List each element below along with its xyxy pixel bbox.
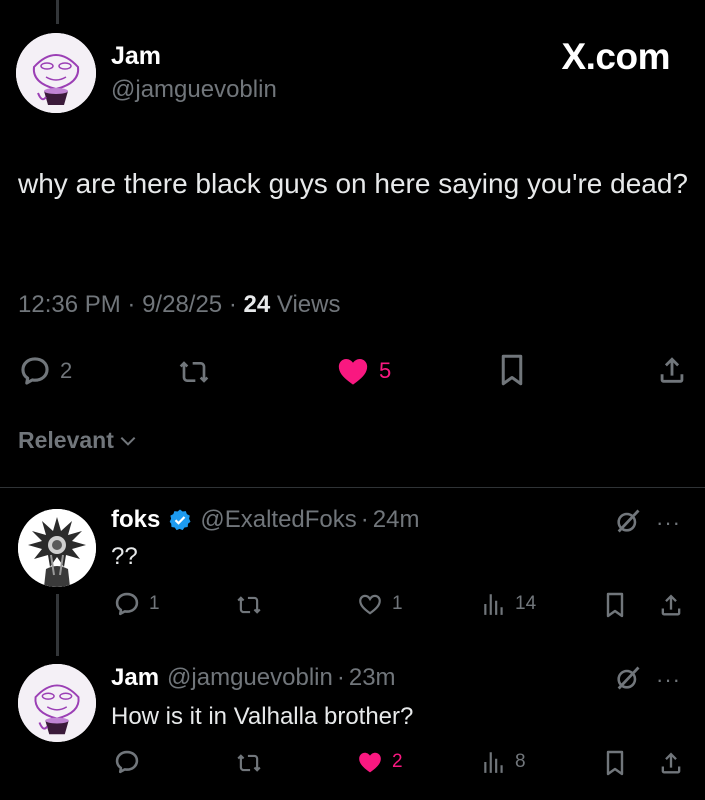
share-icon — [661, 752, 681, 774]
like-count: 2 — [392, 751, 403, 772]
heart-outline-icon — [359, 594, 381, 615]
tweet-meta: 12:36 PM · 9/28/25 · 24 Views — [18, 291, 340, 319]
repost-icon — [179, 361, 209, 383]
separator: · — [127, 291, 136, 318]
grok-icon[interactable] — [614, 664, 642, 697]
tweet-text: why are there black guys on here saying … — [18, 168, 688, 199]
more-options-icon[interactable]: ··· — [656, 510, 681, 536]
bookmark-icon — [501, 354, 523, 386]
like-count: 1 — [392, 593, 403, 614]
views-count: 14 — [515, 593, 537, 614]
reply-icon — [115, 592, 139, 616]
share-button[interactable] — [657, 590, 685, 620]
like-button[interactable]: 2 — [356, 749, 403, 775]
views-button[interactable]: 14 — [481, 591, 536, 617]
reply-author-name[interactable]: foks — [111, 506, 160, 534]
grok-icon[interactable] — [614, 507, 642, 540]
reply-button[interactable] — [113, 748, 141, 776]
share-icon — [661, 594, 681, 616]
reply-author-handle[interactable]: @ExaltedFoks — [200, 506, 356, 534]
tweet-date: 9/28/25 — [142, 291, 223, 318]
share-icon — [660, 357, 684, 383]
reply-avatar[interactable] — [18, 664, 96, 742]
bookmark-button[interactable] — [603, 748, 627, 778]
separator: · — [228, 291, 237, 318]
thread-line — [56, 0, 59, 24]
views-label: Views — [276, 291, 341, 318]
share-button[interactable] — [657, 748, 685, 778]
heart-filled-icon — [338, 358, 368, 385]
reply-icon — [115, 750, 139, 774]
views-count[interactable]: 24 — [244, 291, 271, 318]
heart-filled-icon — [359, 752, 381, 773]
reply-avatar[interactable] — [18, 509, 96, 587]
more-options-icon[interactable]: ··· — [656, 667, 681, 693]
like-button[interactable]: 5 — [335, 354, 391, 388]
reply-age: 23m — [348, 664, 396, 691]
author-name[interactable]: Jam — [111, 42, 161, 71]
reply-author-handle[interactable]: @jamguevoblin — [167, 664, 333, 692]
tweet-detail-page: Jam @jamguevoblin X.com why are there bl… — [0, 0, 705, 800]
repost-button[interactable] — [234, 750, 264, 776]
bookmark-button[interactable] — [497, 351, 527, 389]
bookmark-icon — [606, 750, 624, 776]
reply-icon — [21, 357, 49, 385]
like-count: 5 — [379, 358, 392, 383]
reply-age: 24m — [372, 506, 420, 533]
views-count: 8 — [515, 751, 526, 772]
chevron-down-icon — [120, 436, 136, 446]
sort-dropdown[interactable]: Relevant — [18, 427, 138, 454]
repost-icon — [237, 596, 261, 614]
reply-author-name[interactable]: Jam — [111, 664, 159, 692]
like-button[interactable]: 1 — [356, 591, 403, 617]
views-chart-icon — [484, 752, 503, 773]
thread-line — [56, 594, 59, 656]
reply-count: 2 — [60, 358, 73, 383]
divider — [0, 487, 705, 488]
reply-text: ?? — [111, 543, 138, 570]
reply-count: 1 — [149, 593, 160, 614]
repost-button[interactable] — [234, 592, 264, 618]
reply-header: foks @ExaltedFoks · 24m — [111, 506, 419, 534]
separator: · — [360, 506, 369, 533]
share-button[interactable] — [655, 352, 689, 388]
reply-text: How is it in Valhalla brother? — [111, 703, 414, 730]
separator: · — [336, 664, 345, 691]
sort-label: Relevant — [18, 427, 114, 453]
brand-logo: X.com — [561, 36, 670, 78]
verified-badge-icon — [170, 509, 191, 531]
views-chart-icon — [484, 594, 503, 615]
author-handle[interactable]: @jamguevoblin — [111, 76, 277, 104]
reply-button[interactable]: 1 — [113, 590, 160, 618]
reply-header: Jam @jamguevoblin · 23m — [111, 664, 396, 692]
reply-button[interactable]: 2 — [18, 354, 72, 388]
tweet-time: 12:36 PM — [18, 291, 121, 318]
bookmark-button[interactable] — [603, 590, 627, 620]
repost-button[interactable] — [176, 356, 212, 388]
author-avatar[interactable] — [16, 33, 96, 113]
brand-text: X.com — [561, 36, 670, 77]
repost-icon — [237, 754, 261, 772]
views-button[interactable]: 8 — [481, 749, 526, 775]
bookmark-icon — [606, 592, 624, 618]
